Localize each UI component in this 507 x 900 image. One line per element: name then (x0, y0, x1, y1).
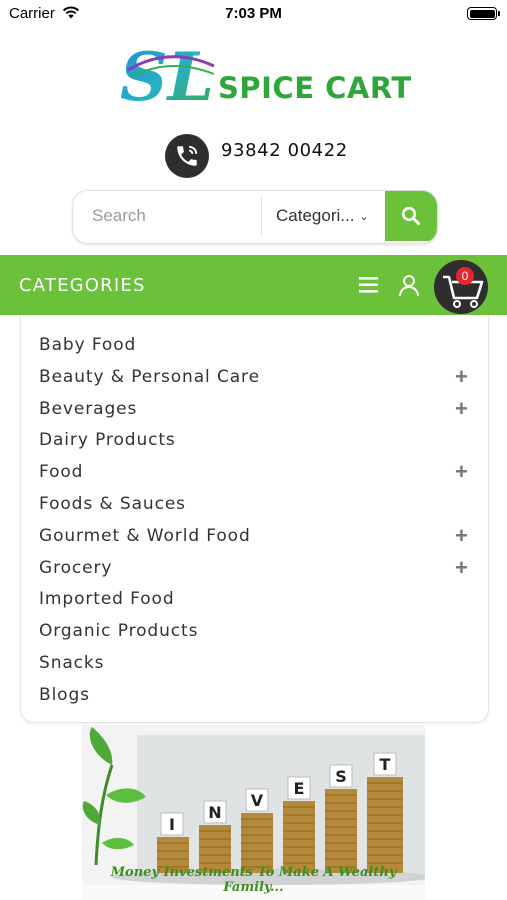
clock: 7:03 PM (225, 5, 282, 22)
menu-icon[interactable] (359, 276, 379, 294)
expand-plus-icon[interactable]: + (455, 524, 468, 547)
category-item[interactable]: Blogs (21, 685, 488, 711)
search-icon (401, 206, 420, 225)
logo-mark-icon: SL (120, 38, 215, 116)
category-item-label: Beauty & Personal Care (39, 366, 260, 387)
category-list: Baby Food Beauty & Personal Care + Beverage… (20, 315, 489, 723)
logo-text: SPICE CART (218, 71, 412, 105)
category-item[interactable]: Imported Food (21, 589, 488, 615)
category-item-label: Baby Food (39, 335, 137, 355)
chevron-down-icon: ⌄ (359, 210, 369, 223)
search-bar: Categori... ⌄ (72, 190, 438, 244)
category-item[interactable]: Baby Food (21, 335, 488, 361)
search-input[interactable] (73, 191, 261, 241)
category-item-label: Food (39, 462, 84, 483)
invest-letter: V (251, 791, 264, 810)
categories-bar: CATEGORIES 0 (0, 255, 507, 315)
category-item-label: Blogs (39, 684, 90, 705)
banner-image: I N V E S T (82, 725, 425, 885)
invest-letter: T (380, 755, 391, 774)
status-bar: Carrier 7:03 PM (0, 0, 507, 30)
expand-plus-icon[interactable]: + (455, 397, 468, 420)
category-item-label: Imported Food (39, 589, 175, 610)
category-item[interactable]: Gourmet & World Food + (21, 524, 488, 552)
invest-letter: N (208, 803, 221, 822)
category-item-label: Dairy Products (39, 430, 176, 451)
search-button[interactable] (385, 191, 437, 241)
category-item[interactable]: Dairy Products (21, 430, 488, 456)
invest-letter: I (169, 815, 175, 834)
invest-letter: E (294, 779, 305, 798)
expand-plus-icon[interactable]: + (455, 556, 468, 579)
investment-banner[interactable]: I N V E S T Money Investments To Make A … (82, 725, 425, 900)
categories-title[interactable]: CATEGORIES (19, 275, 146, 296)
invest-letter: S (335, 767, 347, 786)
category-item[interactable]: Beauty & Personal Care + (21, 365, 488, 393)
category-item-label: Foods & Sauces (39, 494, 186, 514)
expand-plus-icon[interactable]: + (455, 461, 468, 483)
expand-plus-icon[interactable]: + (455, 365, 468, 388)
category-item[interactable]: Foods & Sauces (21, 494, 488, 520)
banner-caption: Money Investments To Make A Wealthy Fami… (110, 865, 397, 895)
category-item-label: Beverages (39, 398, 138, 419)
category-item[interactable]: Snacks (21, 653, 488, 679)
phone-number[interactable]: 93842 00422 (221, 140, 348, 161)
category-item[interactable]: Food + (21, 461, 488, 488)
category-dropdown-value: Categori... (276, 206, 355, 225)
store-logo[interactable]: SL SPICE CART (118, 38, 411, 116)
category-item[interactable]: Beverages + (21, 397, 488, 425)
cart-count-badge: 0 (456, 267, 474, 285)
category-dropdown[interactable]: Categori... ⌄ (262, 191, 384, 241)
battery-icon (467, 7, 500, 20)
category-item[interactable]: Grocery + (21, 556, 488, 584)
category-item-label: Organic Products (39, 621, 199, 642)
category-item[interactable]: Organic Products (21, 621, 488, 647)
user-icon[interactable] (397, 273, 421, 297)
category-item-label: Snacks (39, 653, 105, 673)
category-item-label: Gourmet & World Food (39, 525, 251, 546)
cart-button[interactable]: 0 (434, 260, 488, 314)
phone-icon[interactable] (165, 134, 209, 178)
category-item-label: Grocery (39, 557, 113, 578)
